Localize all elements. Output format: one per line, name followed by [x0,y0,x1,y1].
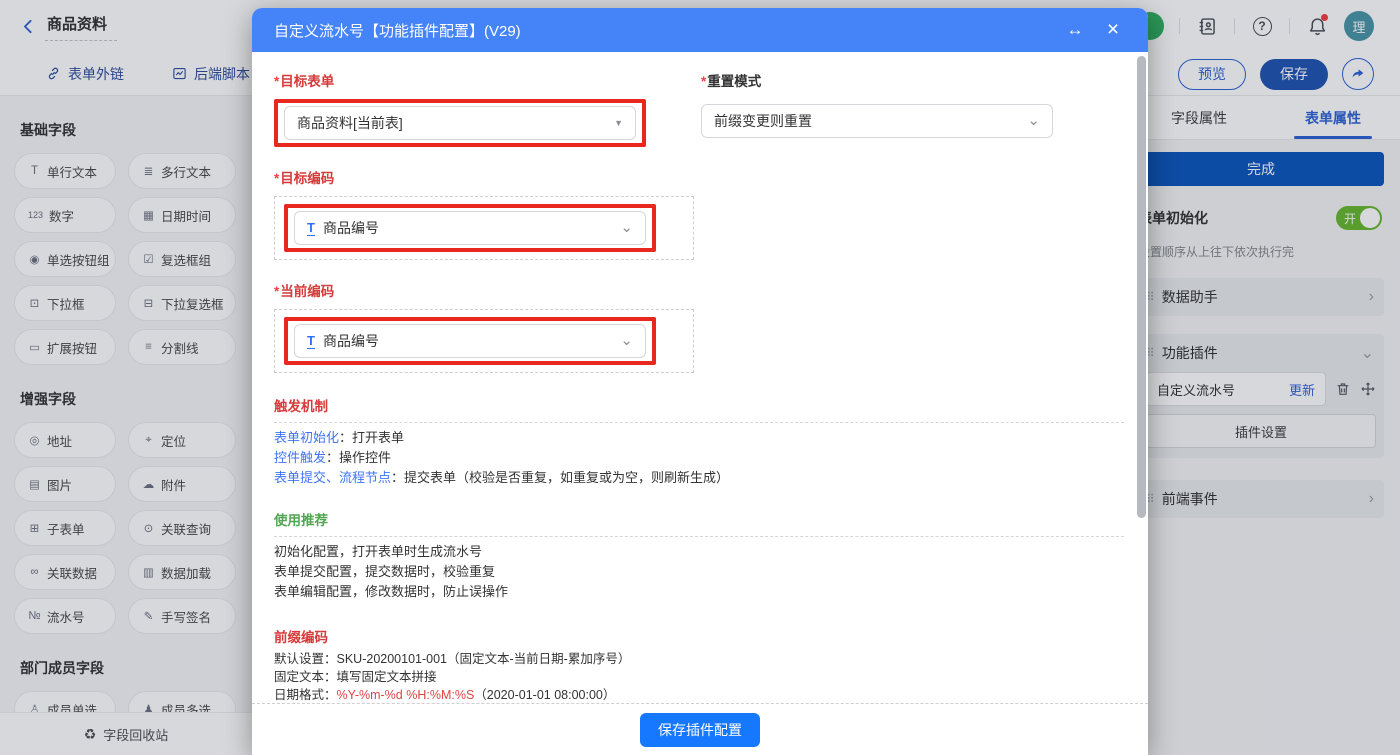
annotation-box-target-form: 商品资料[当前表] ▼ [274,99,646,147]
reset-mode-select[interactable]: 前缀变更则重置 ⌄ [701,104,1053,138]
reset-mode-value: 前缀变更则重置 [714,111,1027,131]
trigger-link[interactable]: 表单初始化 [274,430,339,445]
expand-icon[interactable]: ↔ [1062,17,1088,43]
usage-section-title: 使用推荐 [274,509,1124,529]
modal-body: *目标表单 商品资料[当前表] ▼ *重置模式 前缀变更则重置 ⌄ [252,52,1148,703]
usage-line: 表单编辑配置，修改数据时，防止误操作 [274,582,1124,602]
caret-down-icon: ▼ [614,118,623,128]
target-code-select[interactable]: T 商品编号 ⌄ [294,211,646,245]
chevron-down-icon: ⌄ [1027,116,1040,126]
trigger-link[interactable]: 控件触发 [274,450,326,465]
trigger-line: 表单初始化：打开表单 [274,428,1124,448]
trigger-line: 表单提交、流程节点：提交表单（校验是否重复，如重复或为空，则刷新生成） [274,468,1124,488]
usage-line: 初始化配置，打开表单时生成流水号 [274,542,1124,562]
annotation-box-current-code: T 商品编号 ⌄ [284,317,656,365]
app-screen: 商品资料 ? 理 表单外链 [0,0,1400,755]
target-code-dropzone: T 商品编号 ⌄ [274,196,694,260]
required-asterisk: * [274,171,279,186]
current-code-value: 商品编号 [323,331,620,351]
dashed-divider [274,536,1124,537]
chevron-down-icon: ⌄ [620,336,633,346]
modal-footer: 保存插件配置 [252,703,1148,755]
prefix-line: 固定文本：填写固定文本拼接 [274,668,1124,686]
top-fields-row: *目标表单 商品资料[当前表] ▼ *重置模式 前缀变更则重置 ⌄ [274,70,1124,147]
trigger-section-title: 触发机制 [274,395,1124,415]
reset-mode-label: *重置模式 [701,70,1053,90]
current-code-select[interactable]: T 商品编号 ⌄ [294,324,646,358]
modal-scrollbar-thumb[interactable] [1137,56,1146,518]
current-code-dropzone: T 商品编号 ⌄ [274,309,694,373]
prefix-line: 默认设置：SKU-20200101-001（固定文本-当前日期-累加序号） [274,650,1124,668]
trigger-section: 触发机制 表单初始化：打开表单 控件触发：操作控件 表单提交、流程节点：提交表单… [274,395,1124,488]
target-form-value: 商品资料[当前表] [297,113,614,133]
target-form-group: *目标表单 商品资料[当前表] ▼ [274,70,646,147]
current-code-label: *当前编码 [274,280,1124,300]
usage-line: 表单提交配置，提交数据时，校验重复 [274,562,1124,582]
prefix-section: 前缀编码 默认设置：SKU-20200101-001（固定文本-当前日期-累加序… [274,626,1124,703]
modal-header: 自定义流水号【功能插件配置】(V29) ↔ × [252,8,1148,52]
close-icon[interactable]: × [1100,17,1126,43]
target-form-select[interactable]: 商品资料[当前表] ▼ [284,106,636,140]
required-asterisk: * [701,74,706,89]
save-plugin-config-button[interactable]: 保存插件配置 [640,713,760,747]
target-code-group: *目标编码 T 商品编号 ⌄ [274,167,1124,260]
reset-mode-group: *重置模式 前缀变更则重置 ⌄ [701,70,1053,147]
date-format-code: %Y-%m-%d %H:%M:%S [337,688,475,702]
modal-title: 自定义流水号【功能插件配置】(V29) [274,20,1062,41]
plugin-config-modal: 自定义流水号【功能插件配置】(V29) ↔ × *目标表单 商品资料[当前表] … [252,8,1148,755]
usage-section: 使用推荐 初始化配置，打开表单时生成流水号 表单提交配置，提交数据时，校验重复 … [274,509,1124,602]
target-code-label: *目标编码 [274,167,1124,187]
target-code-value: 商品编号 [323,218,620,238]
target-form-label: *目标表单 [274,70,646,90]
required-asterisk: * [274,284,279,299]
text-field-icon: T [307,221,315,236]
dashed-divider [274,422,1124,423]
prefix-section-title: 前缀编码 [274,626,1124,646]
trigger-line: 控件触发：操作控件 [274,448,1124,468]
annotation-box-target-code: T 商品编号 ⌄ [284,204,656,252]
chevron-down-icon: ⌄ [620,223,633,233]
required-asterisk: * [274,74,279,89]
prefix-line: 日期格式：%Y-%m-%d %H:%M:%S（2020-01-01 08:00:… [274,686,1124,703]
text-field-icon: T [307,334,315,349]
current-code-group: *当前编码 T 商品编号 ⌄ [274,280,1124,373]
trigger-link[interactable]: 表单提交、流程节点 [274,470,391,485]
